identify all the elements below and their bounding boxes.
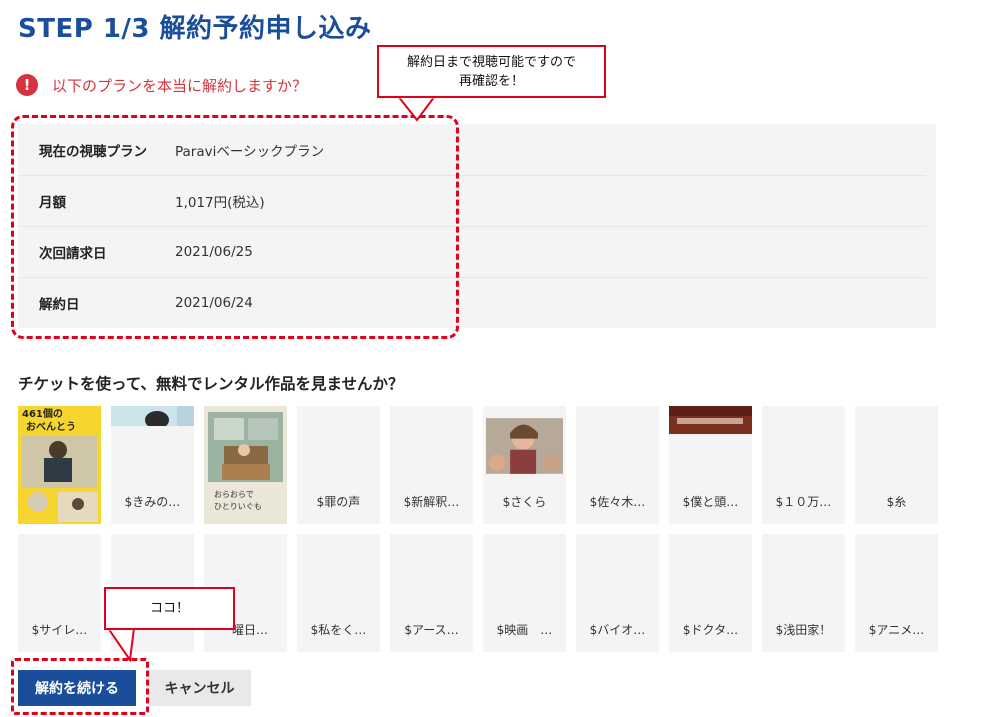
plan-details-panel: 現在の視聴プラン Paraviベーシックプラン 月額 1,017円(税込) 次回… [18,124,936,328]
rental-tile[interactable]: $佐々木… [576,406,659,524]
rental-title: $きみの… [124,495,181,509]
rental-tile[interactable]: $ドクタ… [669,534,752,652]
rental-tile[interactable]: $アース… [390,534,473,652]
plan-label: 現在の視聴プラン [39,143,147,160]
plan-value: 2021/06/24 [175,294,253,311]
callout-line: ココ！ [149,601,189,616]
plan-row-next-billing: 次回請求日 2021/06/25 [18,226,926,278]
svg-text:おらおらで: おらおらで [214,490,254,499]
rental-title: $映画 … [496,623,553,637]
rental-tile[interactable]: $罪の声 [297,406,380,524]
callout-line: 再確認を！ [458,73,524,89]
svg-text:おべんとう: おべんとう [26,421,76,433]
rental-title: $１０万… [775,495,832,509]
callout-button-hint: ココ！ [104,587,235,630]
rental-tile[interactable]: $アニメ… [855,534,938,652]
rental-tile[interactable]: $新解釈… [390,406,473,524]
warning-row: ! 以下のプランを本当に解約しますか？ [16,74,307,96]
rental-title: $罪の声 [316,495,361,509]
warning-text: 以下のプランを本当に解約しますか？ [52,76,308,95]
rental-title: $ドクタ… [682,623,739,637]
rental-tile[interactable]: $私をく… [297,534,380,652]
poster-461-icon: 461個の おべんとう [18,406,101,524]
plan-row-monthly: 月額 1,017円(税込) [18,175,926,227]
rental-tile[interactable]: $１０万… [762,406,845,524]
ticket-heading: チケットを使って、無料でレンタル作品を見ませんか？ [18,375,404,393]
svg-text:ひとりいぐも: ひとりいぐも [214,502,262,511]
rental-tile[interactable]: $糸 [855,406,938,524]
rental-tile[interactable]: $僕と頭… [669,406,752,524]
rental-tile[interactable]: $バイオ… [576,534,659,652]
rental-title: $バイオ… [589,623,646,637]
photo-sakura-icon [486,418,563,474]
rental-tile[interactable]: おらおらで ひとりいぐも [204,406,287,524]
rental-title: 曜日… [232,623,269,637]
rental-title: $アニメ… [868,623,925,637]
rental-tile[interactable]: $浅田家！ [762,534,845,652]
continue-cancellation-button[interactable]: 解約を続ける [18,670,136,706]
callout-plan-reminder: 解約日まで視聴可能ですので 再確認を！ [377,45,606,98]
plan-label: 解約日 [39,296,80,313]
poster-ohitori-icon: おらおらで ひとりいぐも [204,406,287,524]
rental-tile[interactable]: $さくら [483,406,566,524]
plan-label: 月額 [39,194,66,211]
rental-title: $浅田家！ [775,623,832,637]
callout-tail [106,628,136,662]
rental-tile[interactable]: 461個の おべんとう [18,406,101,524]
rental-tile[interactable]: $サイレ… [18,534,101,652]
rental-title: $さくら [502,495,547,509]
exclamation-icon: ! [16,74,38,96]
callout-line: 解約日まで視聴可能ですので [406,54,576,70]
cancel-button[interactable]: キャンセル [148,670,251,706]
page-title: STEP 1/3 解約予約申し込み [18,14,372,44]
rental-title: $佐々木… [589,495,646,509]
rental-title: $僕と頭… [682,495,739,509]
svg-text:461個の: 461個の [22,407,63,420]
rental-tile[interactable]: $きみの… [111,406,194,524]
rental-tile[interactable]: $映画 … [483,534,566,652]
strip-dark-icon [669,406,752,434]
plan-value: Paraviベーシックプラン [175,143,325,160]
rental-title: $糸 [886,495,907,509]
rental-title: $新解釈… [403,495,460,509]
plan-row-cancel-date: 解約日 2021/06/24 [18,277,926,328]
rental-title: $アース… [404,623,459,637]
plan-value: 1,017円(税込) [175,194,265,211]
plan-value: 2021/06/25 [175,243,253,260]
rental-title: $サイレ… [31,623,88,637]
strip-photo-icon [111,406,194,426]
rental-title: $私をく… [310,623,367,637]
callout-tail [396,96,437,122]
plan-label: 次回請求日 [39,245,107,262]
plan-row-current: 現在の視聴プラン Paraviベーシックプラン [18,124,926,176]
